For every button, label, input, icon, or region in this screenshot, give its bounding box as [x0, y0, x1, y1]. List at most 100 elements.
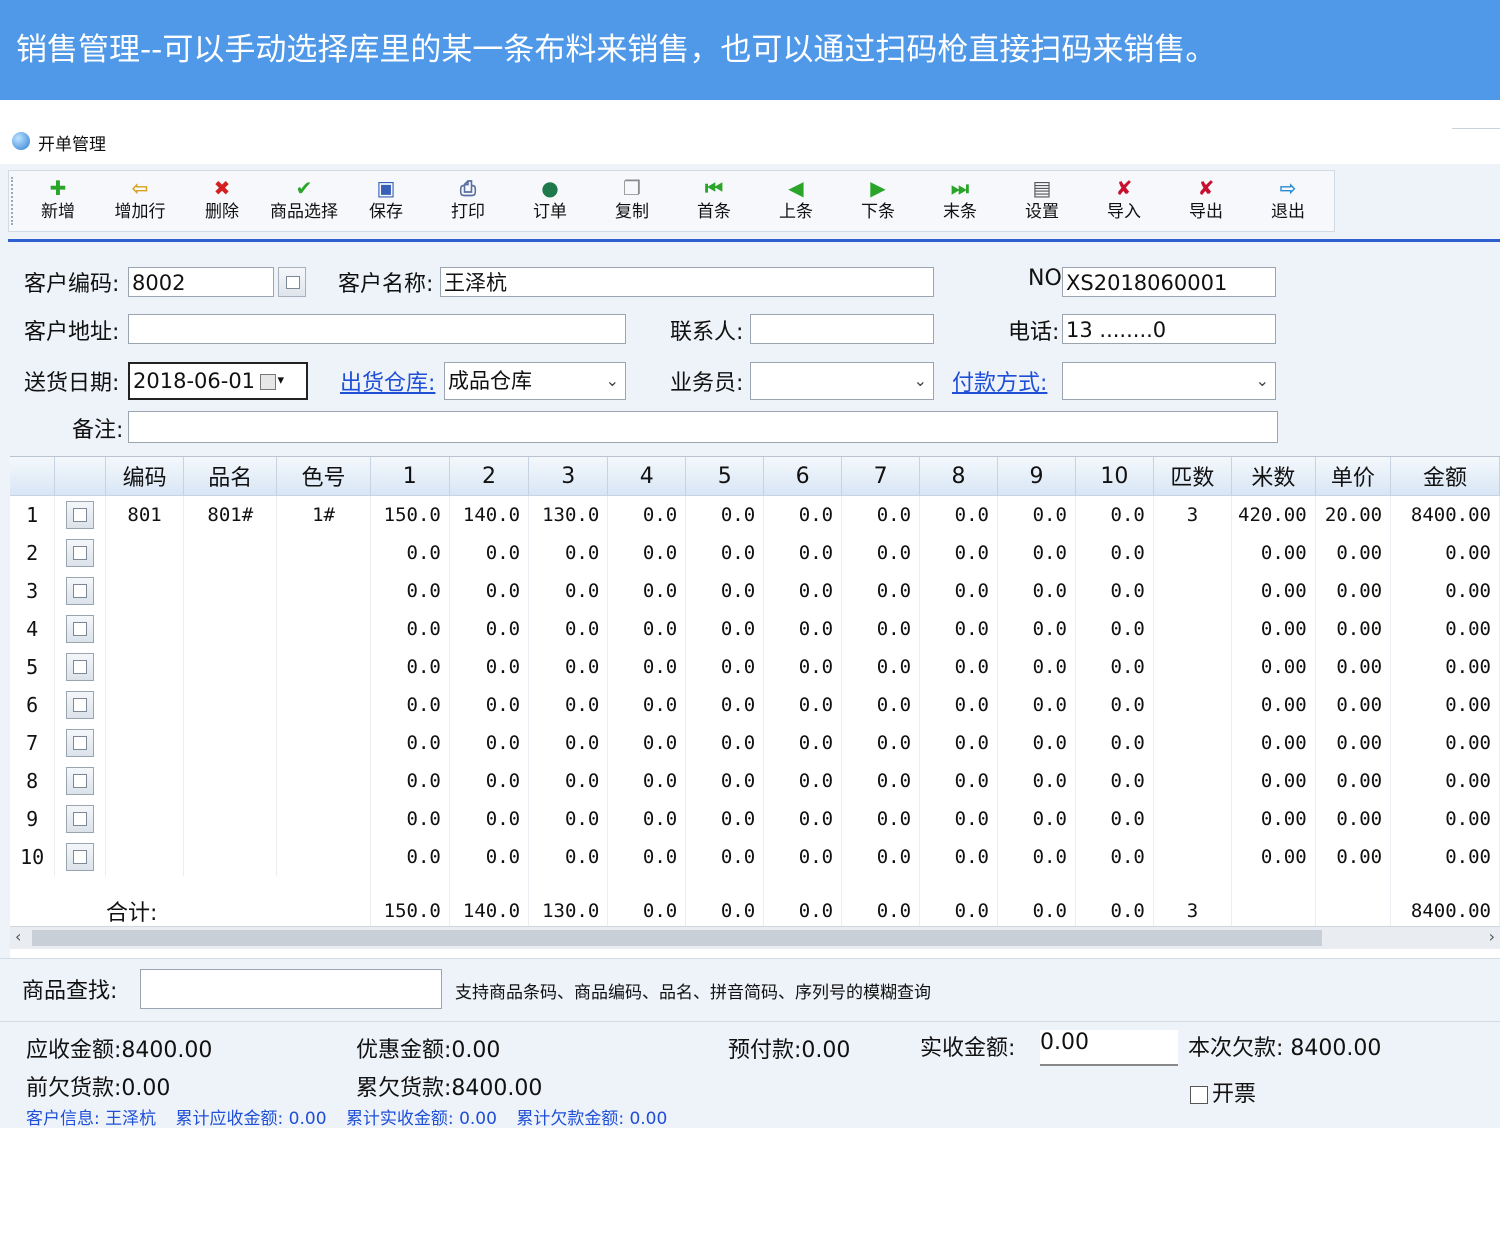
table-row[interactable]: 10 0.0 0.0 0.0 0.0 0.0 0.0 0.0 0.0 0.0 0.0 0.00 0.00… — [10, 838, 1500, 876]
toolbar-button-last-record[interactable]: ⏭ 末条 — [921, 175, 999, 227]
table-cell[interactable]: 3 — [1153, 495, 1233, 534]
table-cell[interactable]: 130.0 — [528, 495, 609, 534]
toolbar-button-exit[interactable]: ⇨ 退出 — [1249, 175, 1327, 227]
table-cell[interactable]: 0.00 — [1231, 762, 1316, 800]
table-cell[interactable]: 0.0 — [997, 686, 1076, 724]
table-cell[interactable] — [276, 800, 371, 838]
table-cell[interactable]: 0.0 — [919, 610, 998, 648]
toolbar-button-next-record[interactable]: ▶ 下条 — [839, 175, 917, 227]
table-cell[interactable]: 150.0 — [370, 495, 450, 534]
table-cell[interactable]: 0.0 — [607, 838, 687, 876]
table-cell[interactable]: 0.0 — [370, 838, 450, 876]
horizontal-scrollbar[interactable]: ‹ › — [10, 926, 1500, 949]
table-cell[interactable]: 0.0 — [685, 572, 765, 610]
table-cell[interactable]: 0.0 — [370, 686, 450, 724]
table-cell[interactable]: 0.0 — [919, 648, 998, 686]
table-cell[interactable]: 140.0 — [449, 495, 530, 534]
toolbar-button-plus[interactable]: ✚ 新增 — [19, 175, 97, 227]
table-cell[interactable]: 0.00 — [1231, 800, 1316, 838]
checkbox-icon[interactable] — [1190, 1086, 1208, 1104]
toolbar-button-previous-record[interactable]: ◀ 上条 — [757, 175, 835, 227]
row-lookup-button[interactable] — [66, 653, 95, 681]
table-cell[interactable]: 0.0 — [370, 610, 450, 648]
table-cell[interactable]: 0.0 — [449, 800, 530, 838]
table-cell[interactable]: 0.0 — [449, 610, 530, 648]
table-cell[interactable]: 0.0 — [919, 762, 998, 800]
grid-header-cell[interactable]: 6 — [763, 457, 843, 496]
table-cell[interactable] — [105, 838, 185, 876]
table-cell[interactable]: 0.0 — [997, 800, 1076, 838]
table-cell[interactable]: 0.00 — [1390, 686, 1500, 724]
table-cell[interactable]: 0.0 — [528, 534, 609, 572]
product-search-input[interactable] — [140, 969, 442, 1009]
warehouse-link[interactable]: 出货仓库: — [340, 365, 435, 397]
table-cell[interactable]: 0.0 — [370, 800, 450, 838]
payment-method-select[interactable]: ⌄ — [1062, 362, 1276, 400]
grid-header-cell[interactable]: 1 — [370, 457, 450, 496]
table-cell[interactable] — [183, 724, 278, 762]
table-cell[interactable]: 0.0 — [919, 495, 998, 534]
table-cell[interactable]: 0.0 — [841, 686, 921, 724]
table-cell[interactable] — [105, 534, 185, 572]
table-cell[interactable]: 0.00 — [1390, 838, 1500, 876]
grid-header-cell[interactable]: 8 — [919, 457, 998, 496]
order-no-field[interactable]: XS2018060001 — [1062, 267, 1276, 297]
toolbar-button-add-row[interactable]: ⇦ 增加行 — [101, 175, 179, 227]
scroll-right-icon[interactable]: › — [1489, 927, 1495, 946]
table-cell[interactable]: 0.00 — [1315, 762, 1392, 800]
table-cell[interactable]: 0.0 — [763, 572, 843, 610]
table-cell[interactable]: 801 — [105, 495, 185, 534]
table-cell[interactable]: 0.0 — [1075, 610, 1154, 648]
phone-field[interactable]: 13 ........0 — [1062, 314, 1276, 344]
table-cell[interactable]: 0.0 — [685, 534, 765, 572]
table-cell[interactable]: 0.0 — [607, 610, 687, 648]
table-cell[interactable]: 0.0 — [763, 800, 843, 838]
table-cell[interactable]: 0.0 — [1075, 495, 1154, 534]
table-cell[interactable]: 0.00 — [1315, 648, 1392, 686]
table-cell[interactable] — [105, 800, 185, 838]
actual-received-input[interactable]: 0.00 — [1040, 1030, 1178, 1066]
table-cell[interactable]: 0.0 — [449, 762, 530, 800]
table-cell[interactable]: 0.0 — [763, 762, 843, 800]
table-cell[interactable]: 0.00 — [1390, 572, 1500, 610]
table-cell[interactable]: 0.0 — [919, 838, 998, 876]
table-cell[interactable]: 0.0 — [607, 686, 687, 724]
table-cell[interactable]: 0.0 — [841, 838, 921, 876]
table-cell[interactable] — [183, 838, 278, 876]
table-cell[interactable]: 0.0 — [528, 800, 609, 838]
table-cell[interactable]: 0.00 — [1315, 838, 1392, 876]
table-cell[interactable]: 0.0 — [997, 534, 1076, 572]
table-cell[interactable] — [276, 648, 371, 686]
toolbar-button-export[interactable]: ✘ 导出 — [1167, 175, 1245, 227]
table-cell[interactable]: 0.0 — [370, 572, 450, 610]
warehouse-select[interactable]: 成品仓库 ⌄ — [444, 362, 626, 400]
table-cell[interactable]: 0.0 — [528, 686, 609, 724]
table-cell[interactable]: 0.0 — [841, 534, 921, 572]
table-cell[interactable]: 0.0 — [607, 495, 687, 534]
table-cell[interactable]: 0.0 — [763, 686, 843, 724]
table-cell[interactable]: 0.00 — [1231, 534, 1316, 572]
table-cell[interactable]: 0.0 — [763, 648, 843, 686]
table-cell[interactable]: 0.0 — [997, 648, 1076, 686]
table-cell[interactable]: 0.00 — [1315, 800, 1392, 838]
toolbar-button-print[interactable]: ⎙ 打印 — [429, 175, 507, 227]
table-cell[interactable]: 0.0 — [607, 572, 687, 610]
table-cell[interactable] — [1153, 762, 1233, 800]
table-cell[interactable]: 0.0 — [685, 686, 765, 724]
table-cell[interactable]: 0.00 — [1231, 724, 1316, 762]
table-row[interactable]: 9 0.0 0.0 0.0 0.0 0.0 0.0 0.0 0.0 0.0 0.0 0.00 0.00 0… — [10, 800, 1500, 838]
table-cell[interactable]: 0.00 — [1315, 686, 1392, 724]
table-cell[interactable]: 0.0 — [763, 838, 843, 876]
table-cell[interactable]: 0.0 — [919, 724, 998, 762]
table-row[interactable]: 6 0.0 0.0 0.0 0.0 0.0 0.0 0.0 0.0 0.0 0.0 0.00 0.00 0… — [10, 686, 1500, 724]
table-cell[interactable]: 0.00 — [1390, 724, 1500, 762]
table-cell[interactable]: 0.0 — [528, 762, 609, 800]
remark-field[interactable] — [128, 411, 1278, 443]
table-cell[interactable]: 1# — [276, 495, 371, 534]
grid-header-cell[interactable]: 金额 — [1390, 457, 1500, 496]
table-cell[interactable]: 0.0 — [685, 724, 765, 762]
table-cell[interactable] — [183, 572, 278, 610]
table-cell[interactable]: 0.0 — [841, 762, 921, 800]
table-cell[interactable] — [1153, 648, 1233, 686]
table-cell[interactable]: 0.0 — [997, 838, 1076, 876]
